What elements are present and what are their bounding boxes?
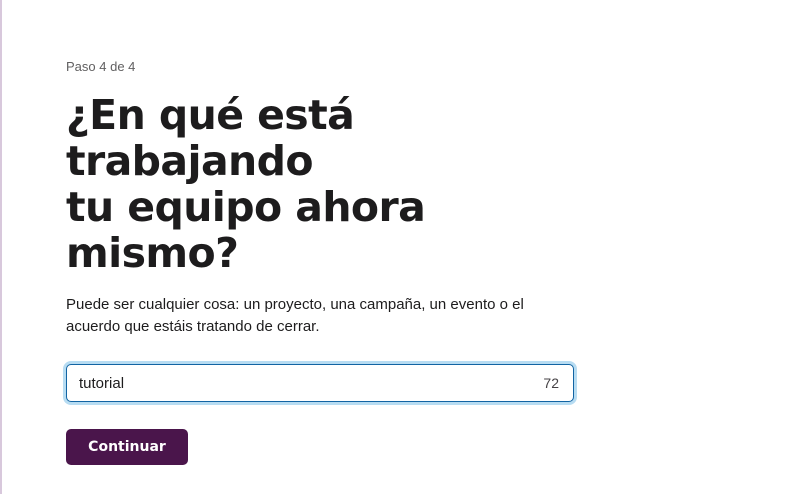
page-title-line-1: ¿En qué está trabajando — [66, 91, 355, 185]
project-name-input[interactable] — [67, 365, 507, 401]
onboarding-step-panel: Paso 4 de 4 ¿En qué está trabajando tu e… — [66, 58, 576, 465]
character-counter: 72 — [543, 375, 559, 391]
page-description: Puede ser cualquier cosa: un proyecto, u… — [66, 296, 524, 335]
project-name-field[interactable]: 72 — [66, 364, 574, 402]
continue-button[interactable]: Continuar — [66, 429, 188, 465]
step-indicator: Paso 4 de 4 — [66, 59, 136, 74]
page-title-line-2: tu equipo ahora mismo? — [66, 183, 426, 277]
window-edge — [0, 0, 2, 494]
page-title: ¿En qué está trabajando tu equipo ahora … — [66, 92, 586, 276]
